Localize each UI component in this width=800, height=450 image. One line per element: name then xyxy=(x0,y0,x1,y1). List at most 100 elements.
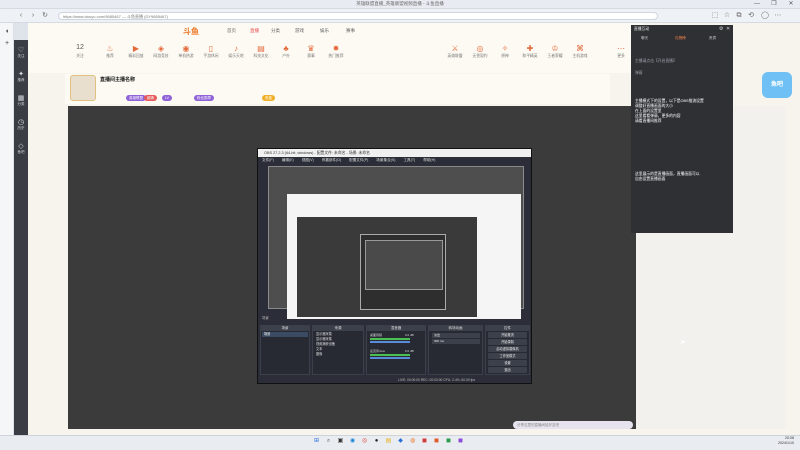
nav-item-home[interactable]: 首页 xyxy=(227,28,236,34)
tab-vip[interactable]: 贵宾 xyxy=(709,36,716,41)
room-tag[interactable]: 贵族 xyxy=(262,95,275,101)
transition-select[interactable]: 淡出 xyxy=(432,333,480,338)
category-item[interactable]: ⌘ 主机游戏 xyxy=(565,44,595,59)
nav-item-live[interactable]: 直播 xyxy=(250,28,259,34)
category-label: 热门推荐 xyxy=(328,54,344,58)
obs-icon[interactable]: ● xyxy=(372,437,381,446)
virtual-camera-button[interactable]: 启动虚拟摄像机 xyxy=(488,346,527,352)
recursive-preview-inner xyxy=(365,240,443,290)
category-item[interactable]: 12 关注 xyxy=(65,44,95,59)
float-badge[interactable]: 鱼吧 xyxy=(762,72,792,98)
app-icon[interactable]: ◼ xyxy=(456,437,465,446)
start-streaming-button[interactable]: 开始推流 xyxy=(488,332,527,338)
close-button[interactable]: ✕ xyxy=(783,0,799,9)
obs-menu-file[interactable]: 文件(F) xyxy=(262,158,274,162)
clock-icon: ◷ xyxy=(17,119,25,126)
dock-title: 控件 xyxy=(486,326,529,331)
add-icon[interactable]: + xyxy=(2,39,12,49)
edge-icon[interactable]: ◉ xyxy=(348,437,357,446)
scene-item[interactable]: 场景 xyxy=(262,332,308,337)
settings-button[interactable]: 设置 xyxy=(488,360,527,366)
controls-dock[interactable]: 控件 开始推流 开始录制 启动虚拟摄像机 工作室模式 设置 退出 xyxy=(485,325,530,375)
sidebar-logo-icon[interactable]: ◖ xyxy=(2,27,12,37)
rail-item-follow[interactable]: ♡ 关注 xyxy=(14,46,28,59)
obs-menu-view[interactable]: 视图(V) xyxy=(302,158,314,162)
close-icon[interactable]: ✕ xyxy=(726,26,732,32)
volume-meter xyxy=(370,338,410,340)
category-label: 英雄联盟 xyxy=(447,54,463,58)
category-label: 无畏契约 xyxy=(472,54,488,58)
tab-gift-rank[interactable]: 礼物榜 xyxy=(675,36,686,41)
category-item[interactable]: ✹ 热门推荐 xyxy=(321,44,351,59)
source-item[interactable]: 图像 xyxy=(316,352,322,357)
settings-icon[interactable]: ⚙ xyxy=(719,26,725,32)
transition-duration[interactable]: 300 ms xyxy=(432,339,480,344)
refresh-icon[interactable]: ↻ xyxy=(40,11,50,21)
obs-preview[interactable] xyxy=(268,166,524,319)
room-tag[interactable]: LV xyxy=(162,95,173,101)
menu-icon[interactable]: ⋯ xyxy=(773,11,783,21)
app-icon[interactable]: ◼ xyxy=(444,437,453,446)
folder-icon[interactable]: ▤ xyxy=(384,437,393,446)
tab-chat[interactable]: 聊天 xyxy=(641,36,648,41)
transitions-dock[interactable]: 转场动画 淡出 300 ms xyxy=(428,325,483,375)
app-icon[interactable]: ◼ xyxy=(432,437,441,446)
sources-dock[interactable]: 来源 显示器采集 显示器采集 视频捕获设备 文本 图像 xyxy=(312,325,364,375)
windows-icon[interactable]: ⊞ xyxy=(312,437,321,446)
studio-mode-button[interactable]: 工作室模式 xyxy=(488,353,527,359)
exit-button[interactable]: 退出 xyxy=(488,367,527,373)
site-logo[interactable]: 斗鱼 xyxy=(183,26,199,37)
recursive-preview xyxy=(287,194,521,319)
taskview-icon[interactable]: ▣ xyxy=(336,437,345,446)
back-icon[interactable]: ‹ xyxy=(16,11,26,21)
url-input[interactable]: https://www.douyu.com/9685467 — 斗鱼直播 (DY… xyxy=(58,12,658,20)
profile-icon[interactable]: ◯ xyxy=(760,11,770,21)
nav-item-events[interactable]: 赛事 xyxy=(346,28,355,34)
obs-menu-edit[interactable]: 编辑(E) xyxy=(282,158,294,162)
star-icon[interactable]: ☆ xyxy=(722,11,732,21)
history-icon[interactable]: ⟲ xyxy=(746,11,756,21)
collections-icon[interactable]: ⧉ xyxy=(734,11,744,21)
streamer-avatar[interactable] xyxy=(70,75,96,101)
nav-item-entertainment[interactable]: 娱乐 xyxy=(320,28,329,34)
taskbar-clock[interactable]: 20:08 2024/1/10 xyxy=(778,436,794,445)
obs-menu-profile[interactable]: 配置文件(P) xyxy=(349,158,368,162)
obs-menu-tools[interactable]: 工具(T) xyxy=(403,158,415,162)
chat-panel[interactable]: 直播互动 ⚙ ✕ 聊天 礼物榜 贵宾 主播请点击【开启直播】 弹幕 主播模式下的… xyxy=(631,25,733,233)
chrome-icon[interactable]: ◎ xyxy=(360,437,369,446)
dock-title: 来源 xyxy=(313,326,363,331)
rail-label: 鱼吧 xyxy=(17,150,25,154)
obs-menu-scenes[interactable]: 场景集合(S) xyxy=(376,158,395,162)
rail-item-forum[interactable]: ◇ 鱼吧 xyxy=(14,142,28,155)
room-tag[interactable]: 粉丝勋章 xyxy=(194,95,214,101)
maximize-button[interactable]: ❐ xyxy=(766,0,782,9)
rail-item-category[interactable]: ▦ 分类 xyxy=(14,94,28,107)
obs-menu-help[interactable]: 帮助(H) xyxy=(423,158,435,162)
search-icon[interactable]: ⌕ xyxy=(324,437,333,446)
scenes-dock[interactable]: 场景 场景 xyxy=(260,325,310,375)
mixer-track-value: 0.0 dB xyxy=(405,333,414,337)
share-input[interactable]: 分享这里的直播间给好友吧 xyxy=(513,421,633,429)
dock-title: 转场动画 xyxy=(429,326,482,331)
volume-slider[interactable] xyxy=(370,341,410,343)
rail-item-history[interactable]: ◷ 历史 xyxy=(14,118,28,131)
room-tag[interactable]: 超清 xyxy=(144,95,157,101)
minimize-button[interactable]: — xyxy=(749,0,765,9)
volume-slider[interactable] xyxy=(370,357,410,359)
forward-icon[interactable]: › xyxy=(28,11,38,21)
douyu-icon[interactable]: ◍ xyxy=(408,437,417,446)
room-tag[interactable]: 英雄联盟 xyxy=(126,95,146,101)
nav-item-games[interactable]: 游戏 xyxy=(295,28,304,34)
category-label: 娱乐天地 xyxy=(228,54,244,58)
start-recording-button[interactable]: 开始录制 xyxy=(488,339,527,345)
mixer-dock[interactable]: 混音器 桌面音频 0.0 dB 麦克风/Aux 0.0 dB xyxy=(366,325,426,375)
obs-menu-docks[interactable]: 停靠部件(D) xyxy=(322,158,341,162)
nav-item-category[interactable]: 分类 xyxy=(271,28,280,34)
store-icon[interactable]: ◆ xyxy=(396,437,405,446)
app-icon[interactable]: ◼ xyxy=(420,437,429,446)
obs-window[interactable]: OBS 27.2.3 (64-bit, windows) - 配置文件: 未命名… xyxy=(257,148,532,384)
obs-menubar: 文件(F) 编辑(E) 视图(V) 停靠部件(D) 配置文件(P) 场景集合(S) 工具(T… xyxy=(258,157,531,163)
clock-date: 2024/1/10 xyxy=(778,440,794,445)
rail-item-recommend[interactable]: ✦ 推荐 xyxy=(14,70,28,83)
extension-icon[interactable]: ⬚ xyxy=(710,11,720,21)
